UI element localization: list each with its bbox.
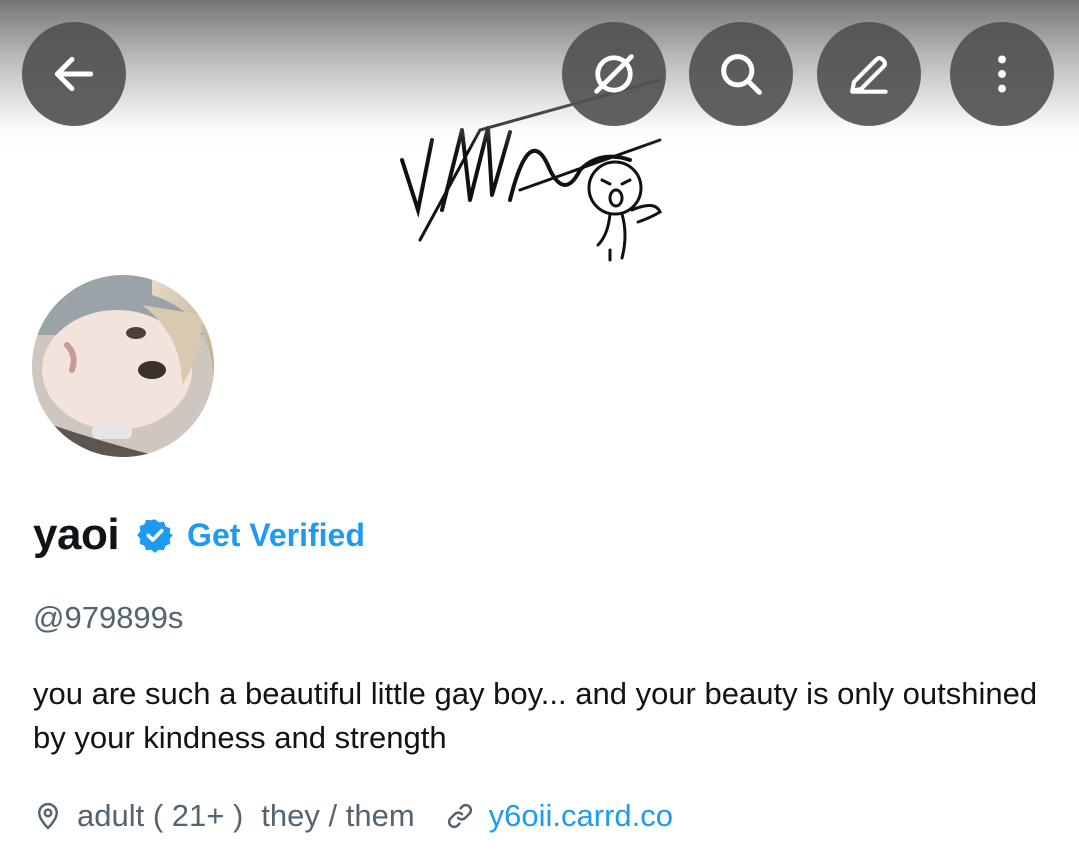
search-button[interactable] xyxy=(689,22,793,126)
verified-badge-icon[interactable] xyxy=(137,517,173,553)
pencil-icon xyxy=(850,55,888,94)
profile-location: adult ( 21+ ) xyxy=(77,798,244,833)
profile-bio: you are such a beautiful little gay boy.… xyxy=(33,676,1038,755)
location-pin-icon xyxy=(37,802,59,830)
search-icon xyxy=(721,54,762,95)
profile-banner[interactable] xyxy=(0,0,1079,268)
profile-page: yaoi Get Verified @979899s you are such … xyxy=(0,0,1079,851)
profile-pronouns: they / them xyxy=(261,798,415,833)
edit-button[interactable] xyxy=(817,22,921,126)
link-icon xyxy=(447,803,472,829)
avatar-photo xyxy=(32,275,214,457)
profile-meta-row: adult ( 21+ ) they / them y6oii.carrd.co xyxy=(33,793,673,839)
profile-website[interactable]: y6oii.carrd.co xyxy=(445,798,673,834)
website-link[interactable]: y6oii.carrd.co xyxy=(489,798,673,834)
slash-circle-icon xyxy=(594,54,634,94)
arrow-left-icon xyxy=(54,56,94,92)
name-row: yaoi Get Verified xyxy=(33,505,365,565)
avatar[interactable] xyxy=(28,271,218,461)
profile-handle: @979899s xyxy=(33,600,184,635)
data-saver-button[interactable] xyxy=(562,22,666,126)
more-vertical-icon xyxy=(998,55,1006,93)
get-verified-link[interactable]: Get Verified xyxy=(187,517,365,554)
more-options-button[interactable] xyxy=(950,22,1054,126)
display-name: yaoi xyxy=(33,510,120,559)
back-button[interactable] xyxy=(22,22,126,126)
